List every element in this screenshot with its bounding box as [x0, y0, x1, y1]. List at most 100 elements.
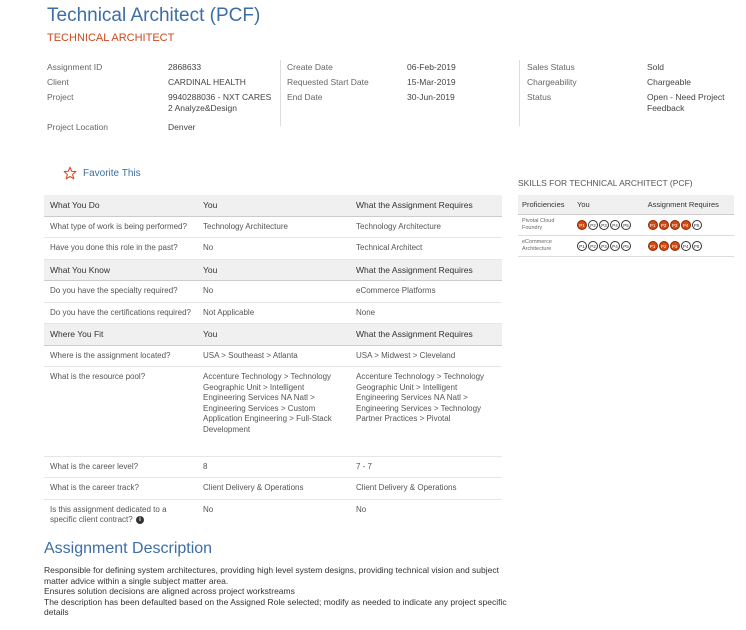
detail-create-date: Create Date 06-Feb-2019	[287, 62, 517, 77]
you-cell: Technology Architecture	[197, 216, 350, 238]
column-header: Assignment Requires	[643, 195, 734, 215]
skill-name: Pivotal Cloud Foundry	[518, 214, 573, 236]
skills-table: Proficiencies You Assignment Requires Pi…	[518, 195, 734, 257]
column-header: You	[197, 259, 350, 281]
question-cell: What is the career track?	[44, 477, 197, 500]
detail-label: Chargeability	[527, 77, 577, 87]
section-header-what-you-know: What You Know You What the Assignment Re…	[44, 259, 502, 281]
detail-value: Sold	[647, 62, 665, 72]
proficiency-level-p5: P5	[621, 241, 631, 251]
proficiency-level-p5: P5	[621, 220, 631, 230]
detail-client: Client CARDINAL HEALTH	[47, 77, 277, 92]
spacer	[44, 440, 502, 457]
required-proficiency: P1 P2 P3 P4 P5	[643, 235, 734, 257]
required-cell: eCommerce Platforms	[350, 280, 502, 303]
you-cell: Client Delivery & Operations	[197, 477, 350, 500]
description-line: Ensures solution decisions are aligned a…	[44, 586, 295, 596]
you-cell: Not Applicable	[197, 302, 350, 324]
proficiency-level-p3: P3	[669, 220, 680, 230]
table-row: What is the career level? 8 7 - 7	[44, 456, 502, 478]
page-subtitle: TECHNICAL ARCHITECT	[47, 32, 175, 44]
table-row: Do you have the specialty required? No e…	[44, 280, 502, 303]
proficiency-level-p3: P3	[599, 241, 609, 251]
required-cell: Technical Architect	[350, 237, 502, 260]
question-cell: Where is the assignment located?	[44, 345, 197, 367]
proficiency-dots: P1 P2 P3 P4 P5	[647, 241, 730, 251]
details-column-3: Sales Status Sold Chargeability Chargeab…	[527, 62, 742, 122]
skill-name: eCommerce Architecture	[518, 235, 573, 257]
question-cell: Have you done this role in the past?	[44, 237, 197, 260]
required-proficiency: P1 P2 P3 P4 P5	[643, 214, 734, 236]
proficiency-level-p1: P1	[647, 220, 658, 230]
details-column-2: Create Date 06-Feb-2019 Requested Start …	[287, 62, 517, 107]
table-row: What type of work is being performed? Te…	[44, 216, 502, 238]
required-cell: 7 - 7	[350, 456, 502, 478]
proficiency-level-p5: P5	[691, 220, 702, 230]
info-icon[interactable]: i	[135, 515, 144, 524]
divider	[280, 60, 281, 126]
column-header: What the Assignment Requires	[350, 323, 502, 346]
section-header-where-you-fit: Where You Fit You What the Assignment Re…	[44, 323, 502, 346]
detail-value: 15-Mar-2019	[407, 77, 456, 87]
column-header: Proficiencies	[518, 195, 573, 215]
detail-label: Create Date	[287, 62, 333, 72]
you-cell: No	[197, 280, 350, 303]
table-row: What is the career track? Client Deliver…	[44, 477, 502, 500]
detail-label: Project Location	[47, 122, 108, 132]
question-cell: What is the career level?	[44, 456, 197, 478]
table-row: Where is the assignment located? USA > S…	[44, 345, 502, 367]
proficiency-dots: P1 P2 P3 P4 P5	[577, 220, 640, 230]
description-line: The description has been defaulted based…	[44, 596, 507, 618]
proficiency-level-p2: P2	[588, 220, 598, 230]
required-cell: Technology Architecture	[350, 216, 502, 238]
proficiency-level-p4: P4	[610, 220, 620, 230]
detail-requested-start-date: Requested Start Date 15-Mar-2019	[287, 77, 517, 92]
proficiency-dots: P1 P2 P3 P4 P5	[647, 220, 730, 230]
question-cell: What type of work is being performed?	[44, 216, 197, 238]
proficiency-level-p3: P3	[599, 220, 609, 230]
divider	[519, 60, 520, 126]
you-cell: Accenture Technology > Technology Geogra…	[203, 372, 332, 434]
detail-value: 30-Jun-2019	[407, 92, 455, 102]
skill-row: Pivotal Cloud Foundry P1 P2 P3 P4 P5 P1 P2 P3 P…	[518, 214, 734, 236]
detail-chargeability: Chargeability Chargeable	[527, 77, 742, 92]
detail-project: Project 9940288036 - NXT CARES 2 Analyze…	[47, 92, 277, 122]
detail-label: End Date	[287, 92, 323, 102]
detail-label: Client	[47, 77, 69, 87]
column-header: You	[197, 195, 350, 217]
detail-value: Denver	[168, 122, 196, 132]
detail-value: 9940288036 - NXT CARES 2 Analyze&Design	[168, 92, 272, 113]
details-column-1: Assignment ID 2868633 Client CARDINAL HE…	[47, 62, 277, 137]
question-cell: Do you have the certifications required?	[44, 302, 197, 324]
detail-value: Open - Need Project Feedback	[647, 92, 725, 113]
table-row: Do you have the certifications required?…	[44, 302, 502, 324]
page-title: Technical Architect (PCF)	[47, 5, 261, 26]
detail-sales-status: Sales Status Sold	[527, 62, 742, 77]
you-cell: No	[203, 504, 214, 514]
detail-label: Sales Status	[527, 62, 575, 72]
star-outline-icon	[63, 166, 77, 180]
question-cell: Is this assignment dedicated to a specif…	[44, 499, 197, 531]
proficiency-dots: P1 P2 P3 P4 P5	[577, 241, 640, 251]
proficiency-level-p1: P1	[577, 220, 587, 230]
detail-value: 2868633	[168, 62, 202, 72]
proficiency-level-p5: P5	[691, 241, 702, 251]
detail-label: Status	[527, 92, 552, 102]
question-text: Is this assignment dedicated to a specif…	[50, 504, 167, 525]
question-cell: Do you have the specialty required?	[44, 280, 197, 303]
favorite-button[interactable]: Favorite This	[63, 166, 141, 180]
detail-value: CARDINAL HEALTH	[168, 77, 246, 87]
comparison-table: What You Do You What the Assignment Requ…	[44, 195, 502, 531]
detail-assignment-id: Assignment ID 2868633	[47, 62, 277, 77]
description-body: Responsible for defining system architec…	[44, 565, 514, 618]
table-row: What is the resource pool? Accenture Tec…	[44, 367, 502, 441]
question-cell: What is the resource pool?	[50, 372, 146, 381]
proficiency-level-p4: P4	[680, 241, 691, 251]
column-header: Where You Fit	[44, 323, 197, 346]
detail-label: Assignment ID	[47, 62, 103, 72]
skill-row: eCommerce Architecture P1 P2 P3 P4 P5 P1 P2 P3…	[518, 235, 734, 257]
proficiency-level-p2: P2	[588, 241, 598, 251]
proficiency-level-p4: P4	[680, 220, 691, 230]
table-row: Is this assignment dedicated to a specif…	[44, 499, 502, 531]
column-header: You	[197, 323, 350, 346]
